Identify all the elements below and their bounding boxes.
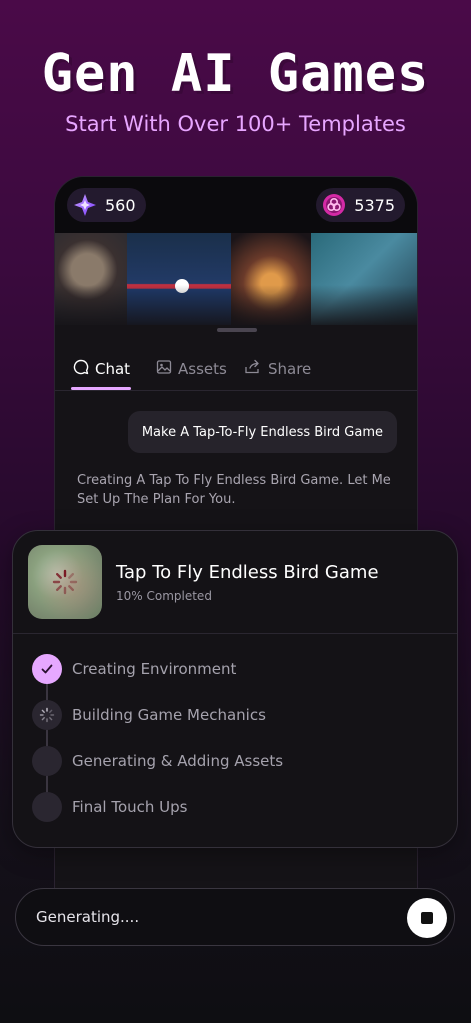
share-icon — [244, 359, 262, 379]
step-item: Creating Environment — [32, 654, 236, 684]
drag-handle[interactable] — [217, 328, 257, 332]
completion-status: 10% Completed — [116, 589, 212, 603]
ai-message: Creating A Tap To Fly Endless Bird Game.… — [77, 473, 391, 507]
hero-title: Gen AI Games — [41, 44, 430, 104]
tab-label: Share — [268, 360, 312, 378]
step-item: Generating & Adding Assets — [32, 746, 283, 776]
tab-chat[interactable]: Chat — [73, 359, 130, 379]
purple-star-gem-icon — [73, 193, 97, 217]
game-templates-banner[interactable] — [55, 233, 417, 325]
step-label: Final Touch Ups — [72, 798, 188, 816]
coin-count: 5375 — [354, 195, 395, 215]
gem-count: 560 — [105, 195, 136, 215]
tab-label: Chat — [95, 360, 131, 378]
prompt-input-bar[interactable]: Generating.... — [15, 888, 455, 946]
hero-subtitle: Start With Over 100+ Templates — [65, 112, 406, 136]
user-message: Make A Tap-To-Fly Endless Bird Game — [127, 411, 397, 453]
stop-button[interactable] — [407, 898, 447, 938]
tab-assets[interactable]: Assets — [156, 359, 227, 379]
pink-token-icon — [322, 193, 346, 217]
generating-status: Generating.... — [36, 908, 140, 926]
game-title: Tap To Fly Endless Bird Game — [116, 562, 379, 583]
step-item: Final Touch Ups — [32, 792, 187, 822]
top-bar: 560 5375 — [55, 177, 417, 233]
step-label: Building Game Mechanics — [72, 706, 266, 724]
step-item: Building Game Mechanics — [32, 700, 266, 730]
spinner-icon — [32, 700, 62, 730]
pending-dot-icon — [32, 792, 62, 822]
game-thumbnail — [28, 545, 102, 619]
loading-spinner-icon — [52, 569, 78, 595]
generation-progress-card: Tap To Fly Endless Bird Game 10% Complet… — [12, 530, 458, 848]
image-icon — [156, 359, 172, 379]
steps-connector — [46, 679, 48, 809]
gem-balance[interactable]: 560 — [67, 188, 146, 222]
banner-fade — [55, 285, 417, 325]
divider — [13, 633, 457, 634]
pending-dot-icon — [32, 746, 62, 776]
tab-bar: Chat Assets Share — [55, 349, 417, 391]
checkmark-icon — [32, 654, 62, 684]
stop-icon — [421, 912, 433, 924]
chat-bubble-icon — [73, 359, 89, 379]
coin-balance[interactable]: 5375 — [316, 188, 405, 222]
tab-share[interactable]: Share — [244, 359, 311, 379]
active-tab-indicator — [71, 387, 131, 390]
step-label: Creating Environment — [72, 660, 237, 678]
tab-label: Assets — [178, 360, 227, 378]
step-label: Generating & Adding Assets — [72, 752, 284, 770]
